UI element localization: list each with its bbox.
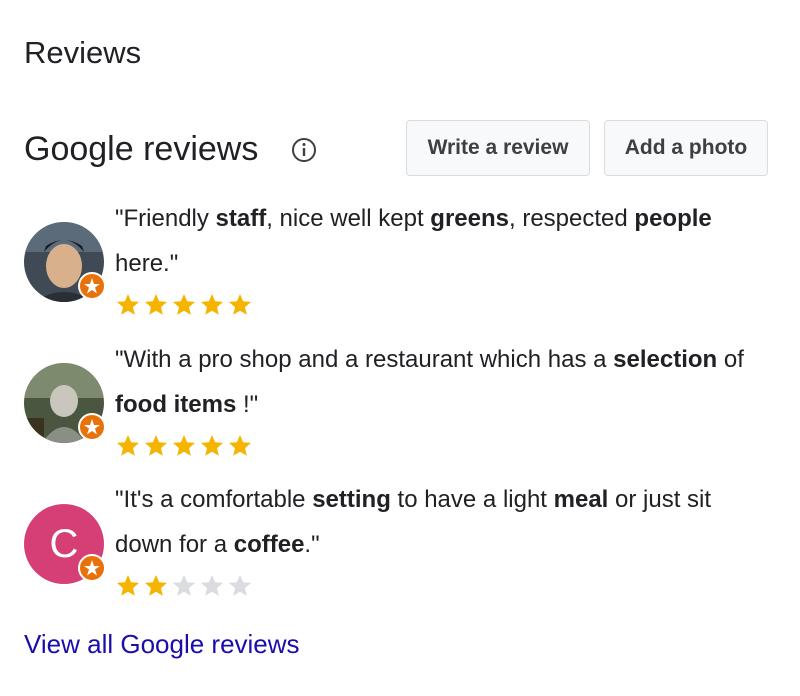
star-icon: [201, 294, 223, 315]
review-text: "It's a comfortable setting to have a li…: [115, 486, 712, 558]
local-guide-badge-icon: [78, 413, 106, 441]
review-item: "With a pro shop and a restaurant which …: [24, 337, 768, 467]
star-icon: [173, 294, 195, 315]
star-icon: [145, 435, 167, 456]
write-review-button[interactable]: Write a review: [406, 120, 590, 176]
star-rating: [115, 292, 253, 318]
review-text: "With a pro shop and a restaurant which …: [115, 346, 744, 418]
view-all-reviews-link[interactable]: View all Google reviews: [24, 626, 300, 662]
star-icon: [173, 575, 195, 596]
star-icon: [173, 435, 195, 456]
star-rating: [115, 433, 253, 459]
google-reviews-title: Google reviews: [24, 130, 259, 168]
star-icon: [229, 435, 251, 456]
review-text: "Friendly staff, nice well kept greens, …: [115, 205, 712, 277]
star-icon: [201, 575, 223, 596]
google-reviews-header: Google reviews Write a review Add a phot…: [24, 120, 768, 178]
star-icon: [117, 435, 139, 456]
star-icon: [117, 294, 139, 315]
star-icon: [201, 435, 223, 456]
star-icon: [145, 575, 167, 596]
local-guide-badge-icon: [78, 554, 106, 582]
star-rating: [115, 573, 253, 599]
star-icon: [117, 575, 139, 596]
info-icon[interactable]: [291, 137, 317, 163]
star-icon: [229, 294, 251, 315]
local-guide-badge-icon: [78, 272, 106, 300]
add-photo-button[interactable]: Add a photo: [604, 120, 768, 176]
star-icon: [229, 575, 251, 596]
star-icon: [145, 294, 167, 315]
reviews-heading: Reviews: [24, 35, 142, 70]
review-item: C "It's a comfortable setting to have a …: [24, 477, 768, 607]
review-item: "Friendly staff, nice well kept greens, …: [24, 196, 768, 326]
